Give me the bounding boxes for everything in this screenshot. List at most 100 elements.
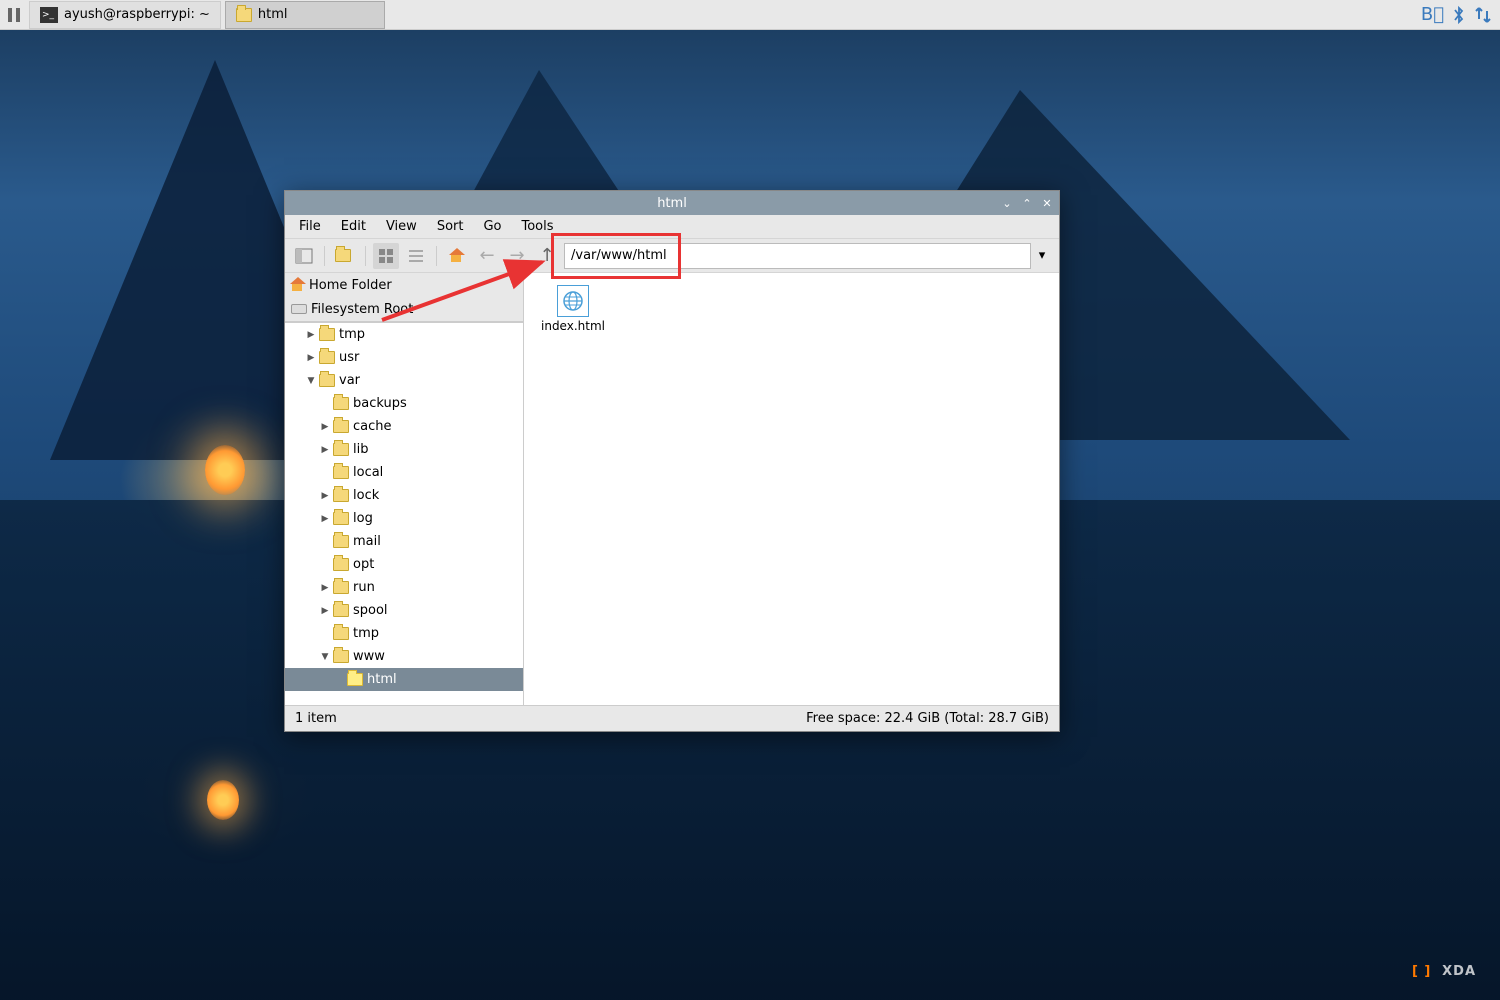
- folder-icon: [333, 466, 349, 479]
- icon-view-button[interactable]: [373, 243, 399, 269]
- folder-icon: [333, 535, 349, 548]
- folder-icon: [333, 512, 349, 525]
- window-maximize-button[interactable]: ⌃: [1019, 195, 1035, 211]
- tree-item-var[interactable]: ▼ var: [285, 369, 523, 392]
- window-title: html: [657, 196, 687, 211]
- chevron-right-icon[interactable]: ▶: [319, 490, 331, 502]
- tree-label: log: [353, 511, 373, 526]
- tree-item-lib[interactable]: ▶ lib: [285, 438, 523, 461]
- tree-label: html: [367, 672, 397, 687]
- tree-item-usr[interactable]: ▶ usr: [285, 346, 523, 369]
- toolbar: ← → ↑ ▾: [285, 239, 1059, 273]
- taskbar-filemanager-task[interactable]: html: [225, 1, 385, 29]
- window-minimize-button[interactable]: ⌄: [999, 195, 1015, 211]
- tree-item-var-tmp[interactable]: tmp: [285, 622, 523, 645]
- file-view[interactable]: index.html: [524, 273, 1059, 705]
- home-button[interactable]: [444, 243, 470, 269]
- path-dropdown-button[interactable]: ▾: [1031, 243, 1053, 269]
- folder-icon: [333, 581, 349, 594]
- chevron-right-icon[interactable]: ▶: [319, 582, 331, 594]
- terminal-icon: >_: [40, 7, 58, 23]
- status-item-count: 1 item: [295, 711, 337, 726]
- new-folder-button[interactable]: [332, 243, 358, 269]
- tree-item-lock[interactable]: ▶ lock: [285, 484, 523, 507]
- window-titlebar[interactable]: html ⌄ ⌃ ✕: [285, 191, 1059, 215]
- file-item-index-html[interactable]: index.html: [534, 281, 612, 337]
- places-root-label: Filesystem Root: [311, 302, 413, 317]
- app-menu-icon[interactable]: [4, 5, 24, 25]
- tree-item-www[interactable]: ▼ www: [285, 645, 523, 668]
- tree-label: cache: [353, 419, 392, 434]
- tree-item-tmp[interactable]: ▶ tmp: [285, 323, 523, 346]
- tree-label: tmp: [353, 626, 379, 641]
- folder-icon: [333, 650, 349, 663]
- directory-tree[interactable]: ▶ tmp ▶ usr ▼ var backups ▶ cache ▶ lib local…: [285, 322, 523, 705]
- folder-icon: [333, 420, 349, 433]
- tree-item-mail[interactable]: mail: [285, 530, 523, 553]
- folder-icon: [347, 673, 363, 686]
- tree-item-opt[interactable]: opt: [285, 553, 523, 576]
- tree-item-backups[interactable]: backups: [285, 392, 523, 415]
- tree-item-log[interactable]: ▶ log: [285, 507, 523, 530]
- path-input[interactable]: [564, 243, 1031, 269]
- taskbar-terminal-task[interactable]: >_ ayush@raspberrypi: ~: [29, 1, 221, 29]
- window-close-button[interactable]: ✕: [1039, 195, 1055, 211]
- nav-forward-button[interactable]: →: [504, 243, 530, 269]
- folder-icon: [333, 397, 349, 410]
- chevron-right-icon[interactable]: ▶: [319, 513, 331, 525]
- tree-item-local[interactable]: local: [285, 461, 523, 484]
- chevron-right-icon[interactable]: ▶: [305, 329, 317, 341]
- home-icon: [291, 279, 305, 291]
- tree-label: var: [339, 373, 360, 388]
- watermark-text: XDA: [1442, 964, 1476, 979]
- tree-label: www: [353, 649, 385, 664]
- folder-icon: [319, 374, 335, 387]
- taskbar: >_ ayush@raspberrypi: ~ html B⃣: [0, 0, 1500, 30]
- tree-label: lock: [353, 488, 379, 503]
- tree-item-run[interactable]: ▶run: [285, 576, 523, 599]
- menu-sort[interactable]: Sort: [429, 217, 472, 236]
- network-sync-icon[interactable]: [1474, 5, 1492, 25]
- menu-file[interactable]: File: [291, 217, 329, 236]
- folder-icon: [236, 8, 252, 22]
- tree-label: spool: [353, 603, 388, 618]
- menubar: File Edit View Sort Go Tools: [285, 215, 1059, 239]
- bluetooth-icon[interactable]: B⃣: [1421, 4, 1444, 25]
- tree-item-cache[interactable]: ▶ cache: [285, 415, 523, 438]
- places-home-label: Home Folder: [309, 278, 392, 293]
- menu-go[interactable]: Go: [475, 217, 509, 236]
- chevron-right-icon[interactable]: ▶: [305, 352, 317, 364]
- list-view-button[interactable]: [403, 243, 429, 269]
- watermark: [ ] XDA: [1412, 949, 1476, 982]
- toggle-sidepane-button[interactable]: [291, 243, 317, 269]
- places-home[interactable]: Home Folder: [285, 273, 523, 297]
- chevron-right-icon[interactable]: ▶: [319, 421, 331, 433]
- chevron-down-icon[interactable]: ▼: [305, 375, 317, 387]
- bluetooth-icon[interactable]: [1452, 5, 1466, 25]
- taskbar-terminal-label: ayush@raspberrypi: ~: [64, 7, 210, 22]
- tree-label: lib: [353, 442, 368, 457]
- nav-back-button[interactable]: ←: [474, 243, 500, 269]
- places-filesystem-root[interactable]: Filesystem Root: [285, 297, 523, 321]
- chevron-down-icon[interactable]: ▼: [319, 651, 331, 663]
- tree-label: usr: [339, 350, 359, 365]
- html-file-icon: [557, 285, 589, 317]
- tree-label: backups: [353, 396, 407, 411]
- taskbar-fm-label: html: [258, 7, 288, 22]
- disk-icon: [291, 304, 307, 314]
- folder-icon: [319, 328, 335, 341]
- folder-icon: [319, 351, 335, 364]
- statusbar: 1 item Free space: 22.4 GiB (Total: 28.7…: [285, 705, 1059, 731]
- menu-view[interactable]: View: [378, 217, 425, 236]
- nav-up-button[interactable]: ↑: [534, 243, 560, 269]
- tree-label: mail: [353, 534, 381, 549]
- menu-tools[interactable]: Tools: [514, 217, 562, 236]
- tree-item-spool[interactable]: ▶ spool: [285, 599, 523, 622]
- tree-label: tmp: [339, 327, 365, 342]
- folder-icon: [333, 604, 349, 617]
- tree-item-html[interactable]: html: [285, 668, 523, 691]
- file-manager-window: html ⌄ ⌃ ✕ File Edit View Sort Go Tools …: [284, 190, 1060, 732]
- menu-edit[interactable]: Edit: [333, 217, 374, 236]
- chevron-right-icon[interactable]: ▶: [319, 444, 331, 456]
- chevron-right-icon[interactable]: ▶: [319, 605, 331, 617]
